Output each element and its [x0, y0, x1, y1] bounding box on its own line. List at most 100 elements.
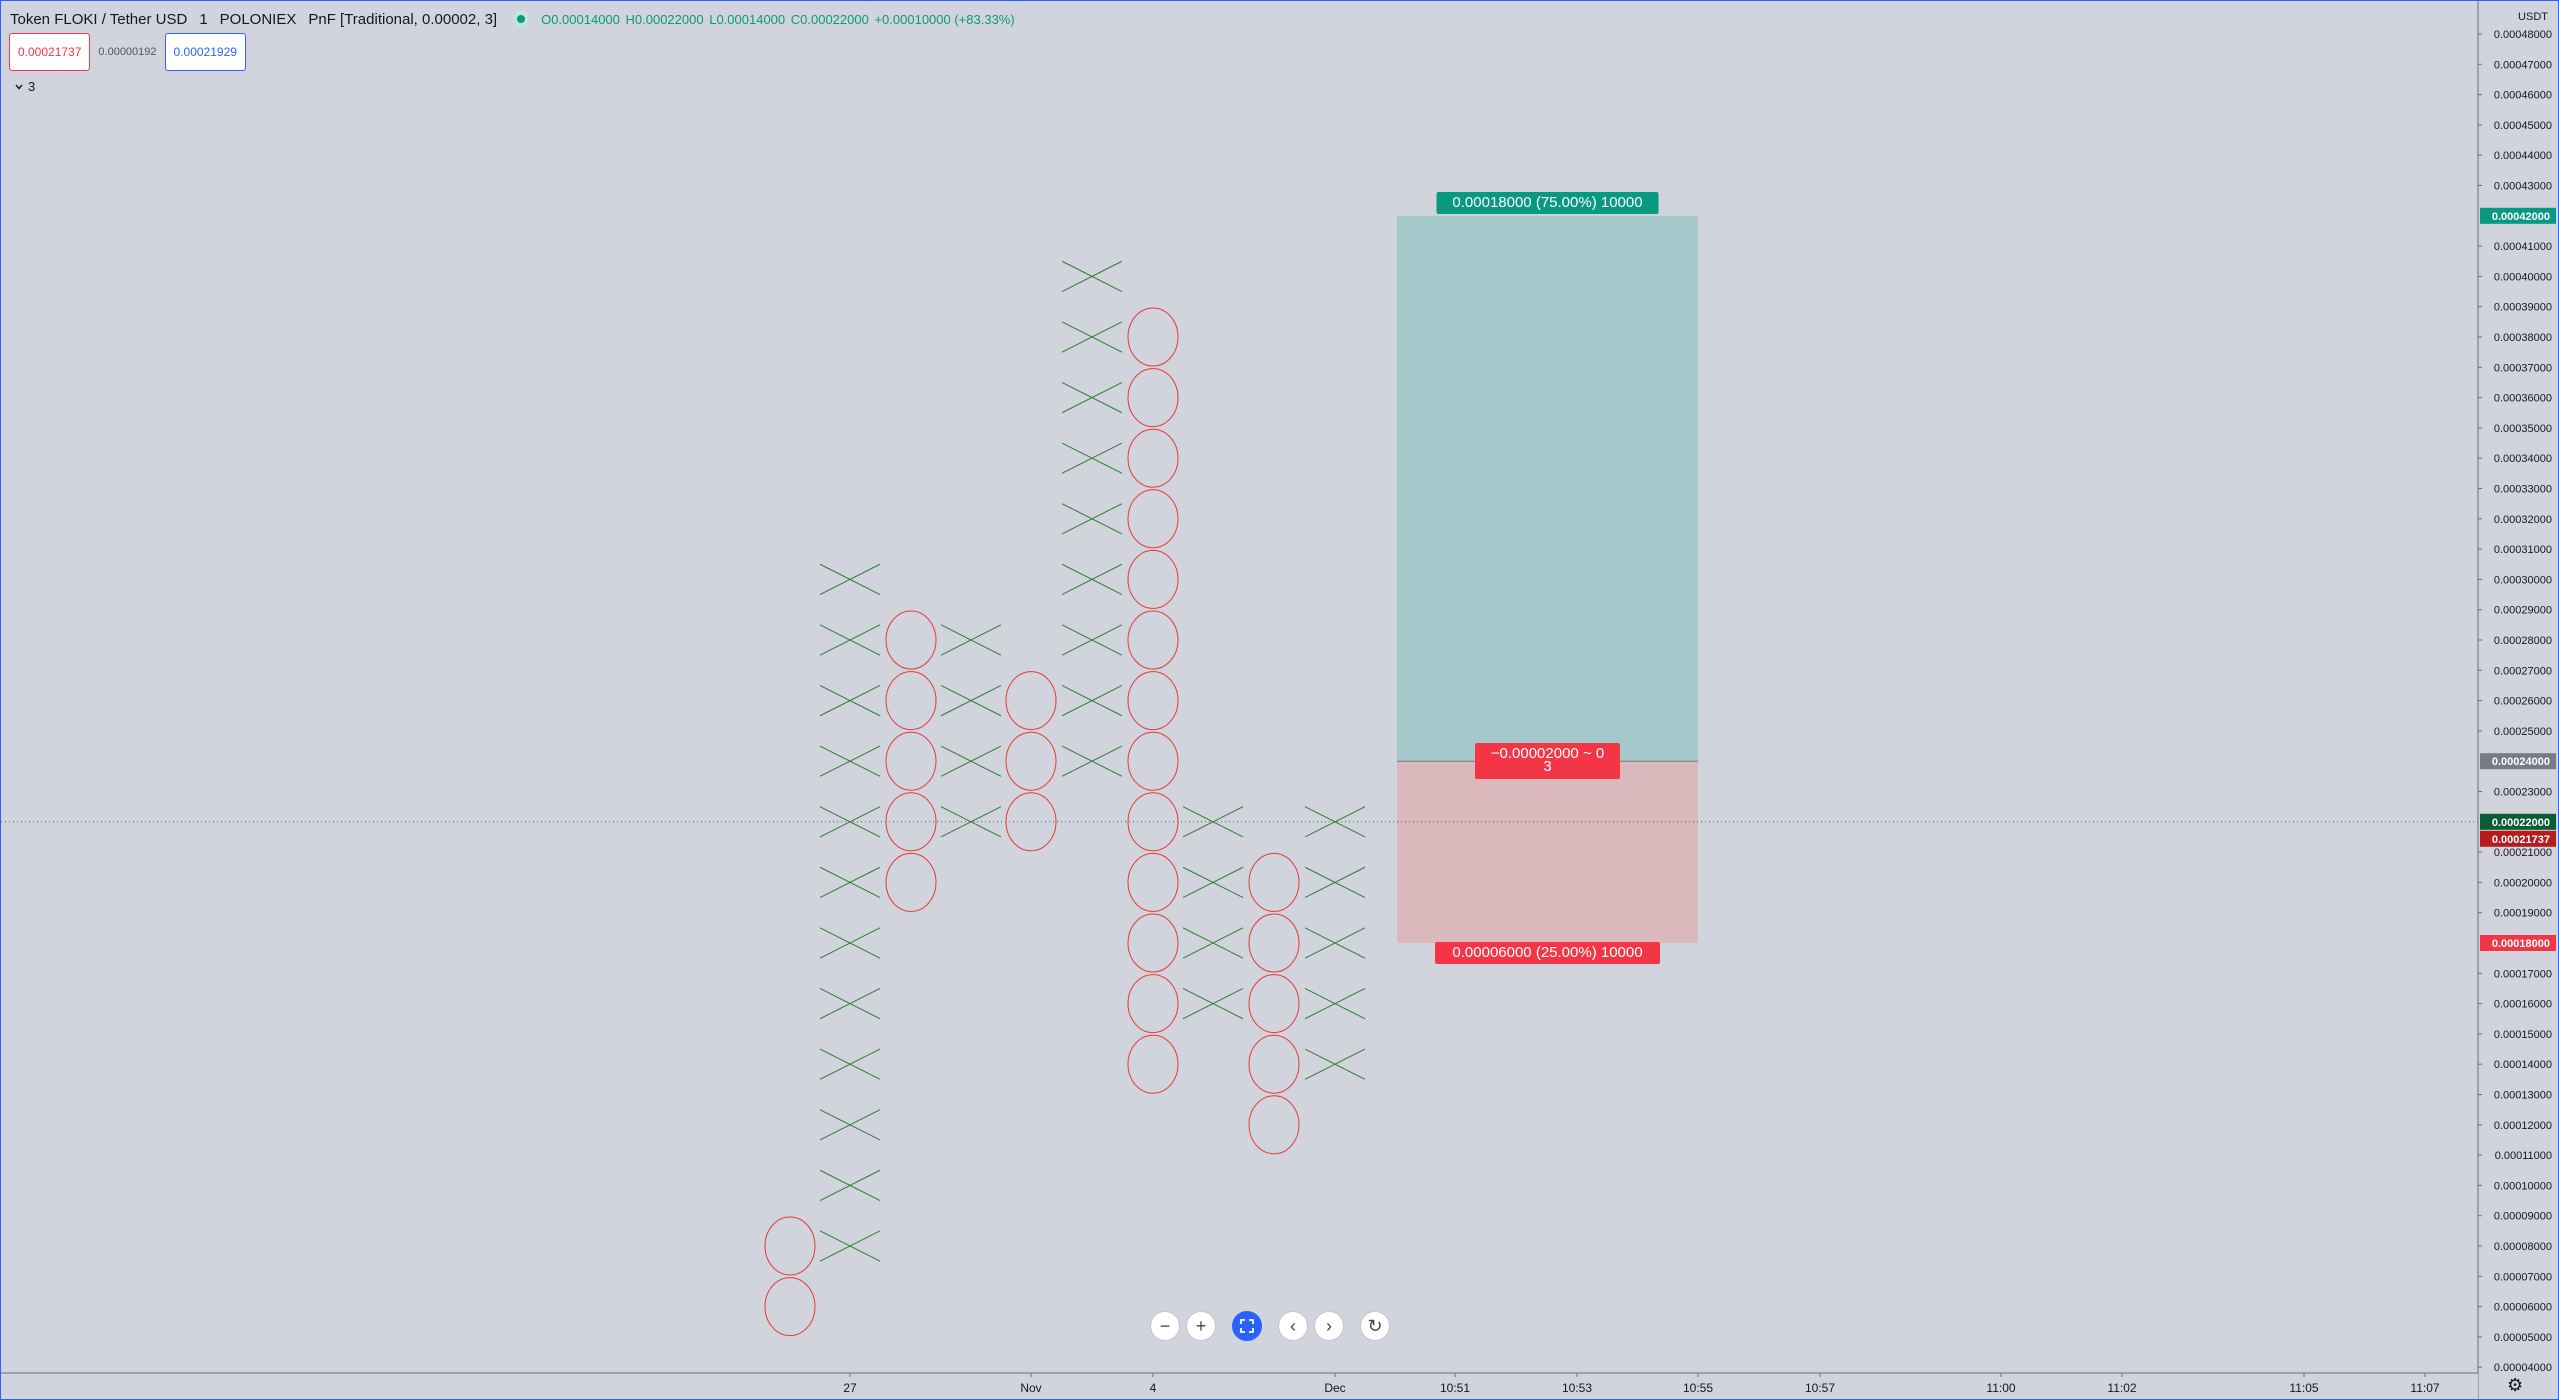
price-tick-label: 0.00037000 — [2494, 362, 2552, 374]
change-value: +0.00010000 (+83.33%) — [874, 11, 1015, 27]
x-box — [819, 927, 881, 959]
o-box — [1127, 610, 1179, 670]
o-box — [1127, 974, 1179, 1034]
reset-view-button[interactable] — [1232, 1311, 1262, 1341]
price-tick-label: 0.00029000 — [2494, 605, 2552, 617]
scroll-right-button[interactable]: › — [1314, 1311, 1344, 1341]
x-box — [819, 1048, 881, 1080]
stop-label[interactable]: 0.00006000 (25.00%) 10000 — [1435, 942, 1660, 964]
o-box — [885, 671, 937, 731]
x-box — [940, 624, 1002, 656]
price-badge-text: 0.00022000 — [2492, 817, 2550, 829]
loss-zone[interactable] — [1397, 761, 1698, 943]
time-tick-label: 11:00 — [1986, 1381, 2015, 1395]
target-label[interactable]: 0.00018000 (75.00%) 10000 — [1436, 192, 1659, 214]
reset-chart-button[interactable]: ↻ — [1360, 1311, 1390, 1341]
fit-screen-icon — [1240, 1319, 1254, 1333]
price-badge-text: 0.00021737 — [2492, 834, 2550, 846]
chevron-down-icon — [15, 84, 23, 90]
chart-window[interactable]: 0.00018000 (75.00%) 10000 −0.00002000 ~ 0… — [0, 0, 2559, 1400]
price-badge[interactable]: 0.00042000 — [2480, 207, 2556, 224]
time-tick-label: 11:05 — [2289, 1381, 2318, 1395]
o-box — [885, 610, 937, 670]
price-badge[interactable]: 0.00022000 — [2480, 813, 2556, 830]
symbol-name[interactable]: Token FLOKI / Tether USD — [10, 11, 187, 28]
buy-button[interactable]: 0.00021929 — [164, 33, 246, 71]
price-tick-label: 0.00031000 — [2494, 544, 2552, 556]
price-tick-label: 0.00015000 — [2494, 1029, 2552, 1041]
o-box — [764, 1277, 816, 1337]
zoom-out-button[interactable]: − — [1150, 1311, 1180, 1341]
x-box — [1182, 866, 1244, 898]
x-box — [1061, 321, 1123, 353]
x-box — [940, 745, 1002, 777]
ohlc-values: O0.00014000 H0.00022000 L0.00014000 C0.0… — [541, 12, 1017, 27]
gear-icon[interactable]: ⚙ — [2507, 1375, 2523, 1396]
price-tick-label: 0.00005000 — [2494, 1332, 2552, 1344]
price-badge[interactable]: 0.00018000 — [2480, 935, 2556, 951]
x-box — [819, 1169, 881, 1201]
plus-icon[interactable]: + — [1196, 1316, 1207, 1337]
price-tick-label: 0.00021000 — [2494, 847, 2552, 859]
navigation-toolbar: − + ‹ › ↻ — [1150, 1311, 1396, 1341]
price-badge-text: 0.00018000 — [2492, 938, 2550, 950]
price-tick-label: 0.00044000 — [2494, 150, 2552, 162]
price-tick-label: 0.00033000 — [2494, 484, 2552, 496]
x-box — [1304, 927, 1366, 959]
price-tick-label: 0.00039000 — [2494, 302, 2552, 314]
indicators-toggle[interactable]: 3 — [15, 79, 35, 94]
price-tick-label: 0.00030000 — [2494, 574, 2552, 586]
o-box — [1127, 671, 1179, 731]
price-tick-label: 0.00011000 — [2495, 1150, 2552, 1162]
price-tick-label: 0.00010000 — [2494, 1180, 2552, 1192]
x-box — [1061, 745, 1123, 777]
indicators-count: 3 — [28, 79, 36, 94]
o-box — [1248, 1034, 1300, 1094]
x-box — [819, 745, 881, 777]
time-tick-label: 27 — [843, 1381, 857, 1395]
x-box — [1304, 988, 1366, 1020]
price-badge[interactable]: 0.00021737 — [2480, 830, 2556, 847]
interval[interactable]: 1 — [199, 11, 207, 28]
o-box — [1127, 368, 1179, 428]
scroll-left-button[interactable]: ‹ — [1278, 1311, 1308, 1341]
x-box — [1061, 260, 1123, 292]
price-tick-label: 0.00013000 — [2494, 1090, 2552, 1102]
x-column — [1304, 806, 1366, 1080]
time-tick-label: 10:55 — [1683, 1381, 1713, 1395]
price-tick-label: 0.00012000 — [2494, 1120, 2552, 1132]
x-box — [1182, 988, 1244, 1020]
chart-plot[interactable]: 0.00018000 (75.00%) 10000 −0.00002000 ~ 0… — [1, 1, 2558, 1399]
x-box — [1061, 685, 1123, 717]
o-column — [764, 1216, 816, 1337]
profit-zone[interactable] — [1397, 215, 1698, 762]
o-box — [1248, 852, 1300, 912]
price-badge[interactable]: 0.00024000 — [2480, 753, 2556, 770]
x-box — [1182, 927, 1244, 959]
o-box — [1248, 974, 1300, 1034]
x-box — [819, 988, 881, 1020]
x-box — [1061, 442, 1123, 474]
x-column — [940, 624, 1002, 838]
o-box — [764, 1216, 816, 1276]
target-label-text: 0.00018000 (75.00%) 10000 — [1452, 194, 1642, 211]
x-box — [819, 866, 881, 898]
x-box — [819, 1230, 881, 1262]
trade-buttons: 0.00021737 0.00000192 0.00021929 — [9, 33, 246, 71]
time-tick-label: 11:07 — [2410, 1381, 2439, 1395]
o-column — [1005, 671, 1057, 852]
o-box — [1248, 1095, 1300, 1155]
axis-currency: USDT — [2518, 11, 2548, 23]
o-box — [1127, 913, 1179, 973]
entry-label[interactable]: −0.00002000 ~ 03 — [1475, 743, 1620, 779]
zoom-in-button[interactable]: + — [1186, 1311, 1216, 1341]
sell-button[interactable]: 0.00021737 — [9, 33, 91, 71]
reset-icon: ↻ — [1367, 1315, 1383, 1336]
price-tick-label: 0.00034000 — [2494, 453, 2552, 465]
price-tick-label: 0.00009000 — [2494, 1211, 2552, 1223]
o-box — [1127, 1034, 1179, 1094]
time-tick-label: 10:57 — [1805, 1381, 1835, 1395]
price-tick-label: 0.00017000 — [2494, 968, 2552, 980]
time-tick-label: 4 — [1150, 1381, 1157, 1395]
time-tick-label: Dec — [1324, 1381, 1345, 1395]
